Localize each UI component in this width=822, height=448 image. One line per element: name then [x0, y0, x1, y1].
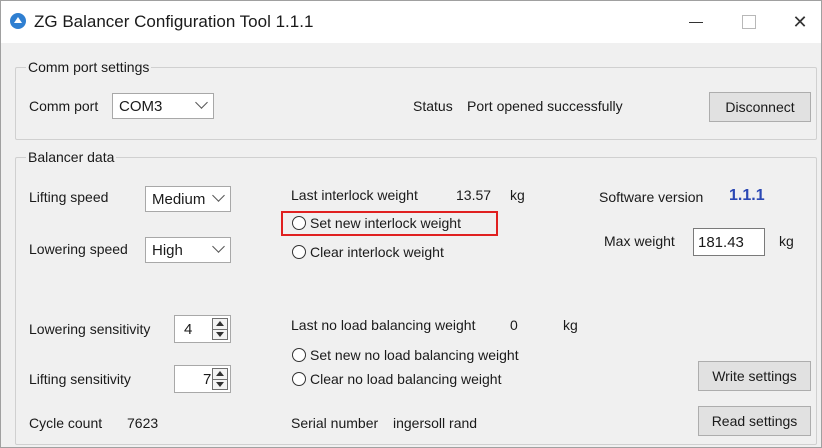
read-settings-button[interactable]: Read settings [698, 406, 811, 436]
chevron-down-icon [212, 240, 225, 253]
set-noload-weight-label: Set new no load balancing weight [310, 347, 519, 363]
chevron-down-icon [212, 189, 225, 202]
comm-port-group-label: Comm port settings [26, 59, 152, 75]
max-weight-value: 181.43 [698, 234, 744, 251]
arrow-down-icon [216, 382, 224, 387]
lowering-sensitivity-value: 4 [184, 321, 193, 338]
disconnect-button[interactable]: Disconnect [709, 92, 811, 122]
title-bar[interactable]: ZG Balancer Configuration Tool 1.1.1 ✕ [1, 1, 821, 43]
chevron-down-icon [195, 96, 208, 109]
spinner-arrows-icon[interactable] [212, 318, 228, 340]
spinner-divider [213, 379, 227, 380]
max-weight-label: Max weight [604, 233, 675, 249]
set-noload-weight-radio[interactable]: Set new no load balancing weight [292, 346, 552, 366]
radio-circle-icon [292, 372, 306, 386]
maximize-button[interactable] [726, 1, 772, 43]
app-logo-icon [10, 13, 26, 29]
close-button[interactable]: ✕ [777, 1, 822, 43]
clear-noload-weight-radio[interactable]: Clear no load balancing weight [292, 370, 542, 390]
cycle-count-label: Cycle count [29, 415, 103, 431]
maximize-icon [742, 15, 756, 29]
highlight-box [281, 211, 498, 236]
status-label: Status [413, 98, 453, 114]
clear-interlock-weight-radio[interactable]: Clear interlock weight [292, 243, 492, 263]
serial-number-label: Serial number [291, 415, 379, 431]
window-title: ZG Balancer Configuration Tool 1.1.1 [34, 12, 314, 31]
cycle-count-value: 7623 [127, 415, 159, 431]
radio-circle-icon [292, 348, 306, 362]
comm-port-label: Comm port [29, 98, 99, 114]
status-value: Port opened successfully [467, 98, 623, 114]
write-settings-button[interactable]: Write settings [698, 361, 811, 391]
lowering-sensitivity-label: Lowering sensitivity [29, 321, 151, 337]
lowering-speed-label: Lowering speed [29, 241, 128, 257]
clear-interlock-weight-label: Clear interlock weight [310, 244, 444, 260]
last-interlock-weight-value: 13.57 [456, 187, 492, 203]
software-version-label: Software version [599, 189, 704, 205]
last-interlock-weight-unit: kg [510, 187, 525, 203]
minimize-button[interactable] [673, 1, 719, 43]
last-noload-weight-label: Last no load balancing weight [291, 317, 476, 333]
radio-circle-icon [292, 245, 306, 259]
lifting-sensitivity-stepper[interactable]: 7 [174, 365, 231, 393]
app-window: ZG Balancer Configuration Tool 1.1.1 ✕ C… [0, 0, 822, 448]
max-weight-input[interactable]: 181.43 [693, 228, 765, 256]
max-weight-unit: kg [779, 233, 794, 249]
comm-port-value: COM3 [119, 98, 163, 115]
balancer-data-group-label: Balancer data [26, 149, 117, 165]
lowering-sensitivity-stepper[interactable]: 4 [174, 315, 231, 343]
software-version-value: 1.1.1 [729, 187, 765, 204]
lowering-speed-value: High [152, 242, 183, 259]
spinner-arrows-icon[interactable] [212, 368, 228, 390]
lifting-sensitivity-label: Lifting sensitivity [29, 371, 131, 387]
serial-number-value: ingersoll rand [393, 415, 478, 431]
comm-port-select[interactable]: COM3 [112, 93, 214, 119]
last-noload-weight-value: 0 [510, 317, 518, 333]
last-interlock-weight-label: Last interlock weight [291, 187, 418, 203]
arrow-up-icon [216, 321, 224, 326]
minimize-icon [689, 21, 703, 23]
close-icon: ✕ [792, 11, 808, 32]
arrow-down-icon [216, 332, 224, 337]
lowering-speed-select[interactable]: High [145, 237, 231, 263]
lifting-sensitivity-value: 7 [203, 371, 212, 388]
last-noload-weight-unit: kg [563, 317, 578, 333]
lifting-speed-label: Lifting speed [29, 189, 109, 205]
lifting-speed-select[interactable]: Medium [145, 186, 231, 212]
spinner-divider [213, 329, 227, 330]
arrow-up-icon [216, 371, 224, 376]
clear-noload-weight-label: Clear no load balancing weight [310, 371, 502, 387]
lifting-speed-value: Medium [152, 191, 206, 208]
